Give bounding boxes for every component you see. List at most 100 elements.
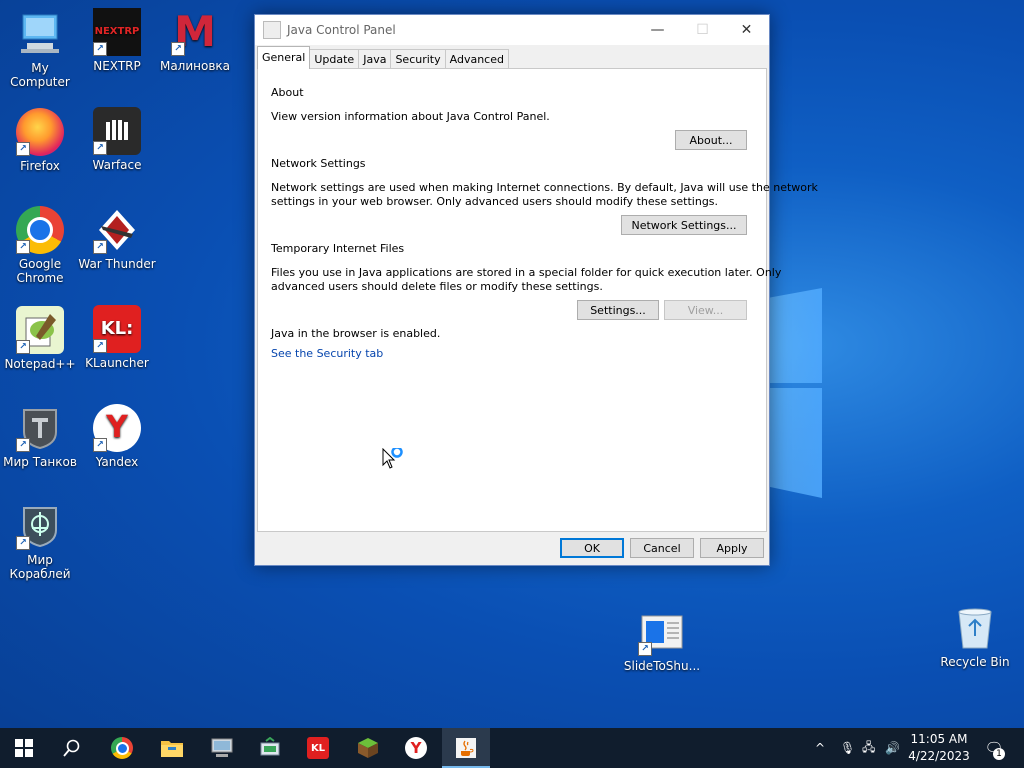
title-bar[interactable]: Java Control Panel — ☐ ✕ [255, 15, 769, 45]
desktop-icon-my-computer[interactable]: My Computer [0, 10, 80, 89]
shortcut-arrow-icon: ↗ [638, 642, 652, 656]
apply-button[interactable]: Apply [700, 538, 764, 558]
desktop-icon-label: Notepad++ [4, 357, 76, 371]
taskbar-chrome[interactable] [98, 728, 146, 768]
desktop-icon-warface[interactable]: ↗ Warface [77, 107, 157, 172]
taskbar-network-app[interactable] [246, 728, 294, 768]
desktop-icon-label: Google Chrome [16, 257, 64, 285]
security-tab-link[interactable]: See the Security tab [271, 347, 383, 360]
desktop-icon-notepadpp[interactable]: ↗ Notepad++ [0, 306, 80, 371]
busy-cursor-icon [382, 446, 408, 475]
windows-start-icon [15, 739, 33, 757]
shortcut-arrow-icon: ↗ [16, 340, 30, 354]
taskbar-yandex[interactable]: Y [392, 728, 440, 768]
volume-icon[interactable]: 🔊 [885, 728, 900, 768]
tab-java[interactable]: Java [358, 49, 392, 69]
shortcut-arrow-icon: ↗ [93, 42, 107, 56]
desktop-icon-nextrp[interactable]: NEXTRP ↗ NEXTRP [77, 8, 157, 73]
notification-center-button[interactable]: 🗨 1 [983, 728, 1005, 768]
notification-count-badge: 1 [993, 748, 1005, 760]
desktop-icon-label: Мир Танков [3, 455, 77, 469]
war-thunder-icon: ↗ [93, 206, 141, 254]
desktop-icon-firefox[interactable]: ↗ Firefox [0, 108, 80, 173]
desktop-icon-label: SlideToShu... [623, 659, 701, 673]
microphone-icon[interactable]: 🎙 [840, 728, 855, 768]
klauncher-icon: KL [307, 737, 329, 759]
desktop-icon-label: Firefox [20, 159, 60, 173]
shortcut-arrow-icon: ↗ [16, 142, 30, 156]
mir-tankov-icon: ↗ [16, 404, 64, 452]
search-button[interactable] [48, 728, 96, 768]
about-heading: About [271, 86, 304, 99]
search-icon [63, 739, 80, 757]
slidetoshutdown-icon: ↗ [638, 608, 686, 656]
desktop-icon-recycle-bin[interactable]: Recycle Bin [935, 604, 1015, 669]
notepadpp-icon: ↗ [16, 306, 64, 354]
taskbar-minecraft[interactable] [344, 728, 392, 768]
desktop-icon-war-thunder[interactable]: ↗ War Thunder [77, 206, 157, 271]
warface-icon: ↗ [93, 107, 141, 155]
shortcut-arrow-icon: ↗ [16, 536, 30, 550]
network-description-line2: settings in your web browser. Only advan… [271, 195, 719, 208]
tab-advanced[interactable]: Advanced [444, 49, 509, 69]
maximize-button[interactable]: ☐ [680, 15, 725, 45]
general-tab-panel: About View version information about Jav… [257, 68, 818, 532]
malinovka-icon: M ↗ [171, 8, 219, 56]
clock-time: 11:05 AM [910, 732, 968, 746]
computer-manager-icon [211, 738, 233, 757]
network-icon[interactable]: 🖧 [862, 728, 875, 768]
desktop-icon-label: Малиновка [159, 59, 231, 73]
computer-icon [16, 10, 64, 58]
temp-files-settings-button[interactable]: Settings... [577, 300, 659, 320]
tab-strip: General Update Java Security Advanced [255, 46, 509, 69]
taskbar-file-explorer[interactable] [148, 728, 196, 768]
desktop-icon-label: NEXTRP [93, 59, 141, 73]
java-control-panel-window: Java Control Panel — ☐ ✕ General Update … [254, 14, 818, 566]
desktop-icon-label: My Computer [10, 61, 70, 89]
desktop-icon-malinovka[interactable]: M ↗ Малиновка [155, 8, 235, 74]
network-description-line1: Network settings are used when making In… [271, 181, 818, 194]
network-app-icon [260, 737, 280, 756]
yandex-icon: Y [405, 737, 427, 759]
shortcut-arrow-icon: ↗ [16, 240, 30, 254]
desktop-icon-mir-tankov[interactable]: ↗ Мир Танков [0, 404, 80, 469]
desktop-icon-label: War Thunder [78, 257, 156, 271]
yandex-icon: Y ↗ [93, 404, 141, 452]
chrome-icon [111, 737, 133, 759]
tab-update[interactable]: Update [309, 49, 360, 69]
about-description: View version information about Java Cont… [271, 110, 550, 123]
minecraft-icon [358, 738, 378, 758]
taskbar-computer-manager[interactable] [198, 728, 246, 768]
desktop-icon-label: Yandex [95, 455, 139, 469]
minimize-button[interactable]: — [635, 15, 680, 45]
desktop-icon-label: KLauncher [85, 356, 149, 370]
desktop-icon-mir-korabley[interactable]: ↗ Мир Кораблей [0, 502, 80, 581]
desktop-icon-slidetoshutdown[interactable]: ↗ SlideToShu... [622, 608, 702, 673]
close-button[interactable]: ✕ [724, 15, 769, 45]
taskbar-java[interactable] [442, 728, 490, 768]
cancel-button[interactable]: Cancel [630, 538, 694, 558]
desktop-icon-klauncher[interactable]: KL: ↗ KLauncher [77, 305, 157, 370]
desktop-icon-google-chrome[interactable]: ↗ Google Chrome [0, 206, 80, 285]
folder-icon [161, 741, 183, 757]
taskbar: KL Y ^ 🎙 🖧 🔊 11:05 AM 4/22/2023 🗨 1 [0, 728, 1024, 768]
tab-security[interactable]: Security [390, 49, 446, 69]
clock[interactable]: 11:05 AM 4/22/2023 [906, 731, 972, 765]
tab-general[interactable]: General [257, 46, 311, 69]
java-app-icon [263, 21, 281, 39]
shortcut-arrow-icon: ↗ [93, 141, 107, 155]
ok-button[interactable]: OK [560, 538, 624, 558]
klauncher-icon: KL: ↗ [93, 305, 141, 353]
firefox-icon: ↗ [16, 108, 64, 156]
network-settings-button[interactable]: Network Settings... [621, 215, 747, 235]
network-heading: Network Settings [271, 157, 366, 170]
clock-date: 4/22/2023 [908, 749, 970, 763]
about-button[interactable]: About... [675, 130, 747, 150]
tray-overflow-chevron[interactable]: ^ [815, 728, 825, 768]
shortcut-arrow-icon: ↗ [93, 339, 107, 353]
taskbar-klauncher[interactable]: KL [294, 728, 342, 768]
desktop-icon-yandex[interactable]: Y ↗ Yandex [77, 404, 157, 469]
start-button[interactable] [0, 728, 48, 768]
chrome-icon: ↗ [16, 206, 64, 254]
window-title: Java Control Panel [287, 23, 396, 37]
